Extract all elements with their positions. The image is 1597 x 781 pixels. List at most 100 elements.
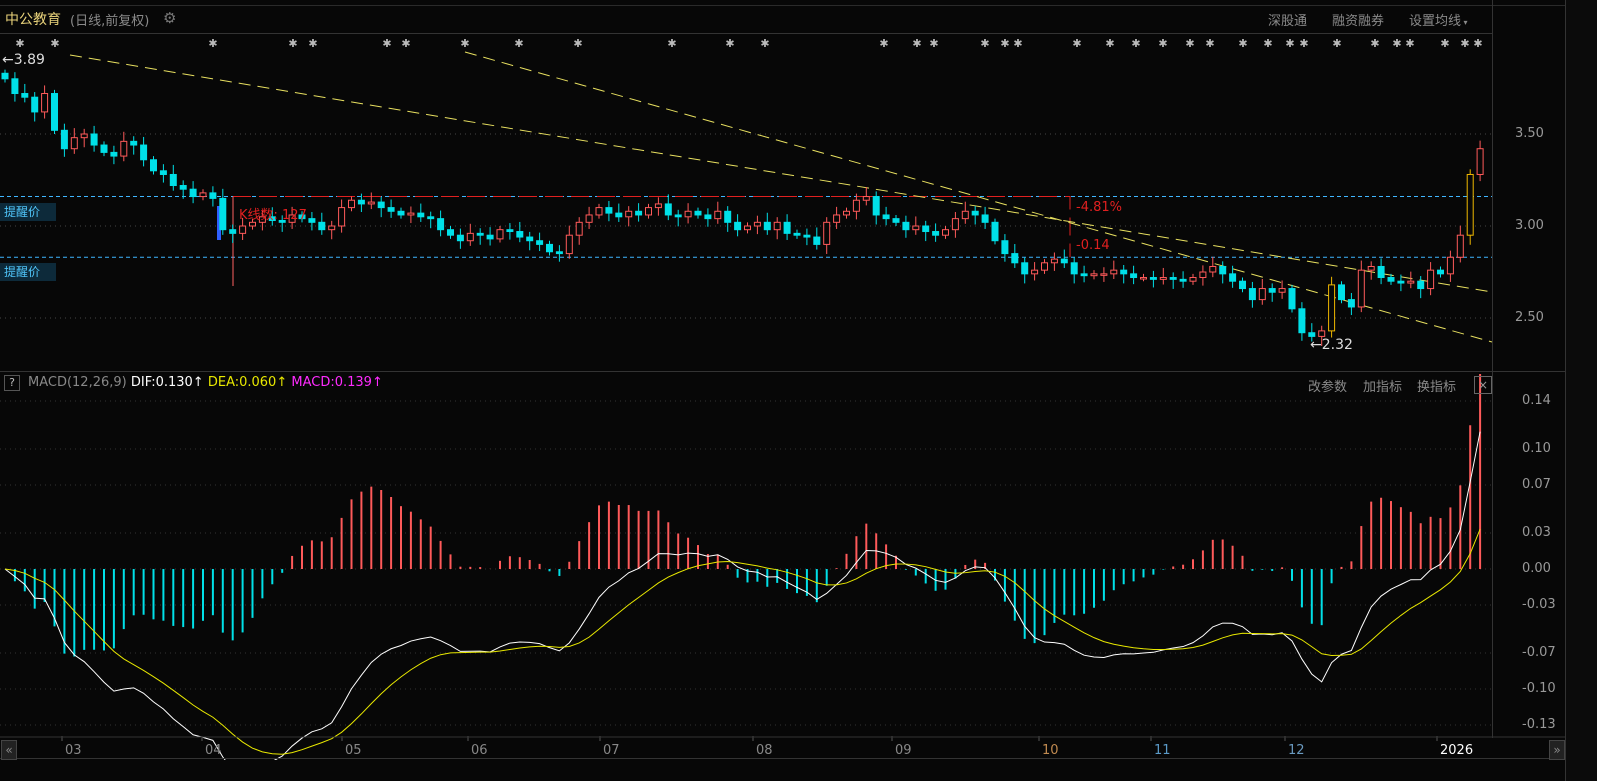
low-price-label: ←2.32 [1310, 337, 1353, 353]
candle-body [645, 207, 652, 216]
candle-body [308, 218, 316, 223]
candle-body [1446, 256, 1454, 275]
up-arrow-icon: ↑ [371, 375, 383, 390]
scroll-left-button[interactable]: « [1, 740, 17, 760]
candle-body [1159, 277, 1167, 280]
candle-body [100, 144, 108, 153]
high-price-label: ←3.89 [2, 52, 45, 68]
info-marker-icon: ✱ [879, 37, 888, 50]
candle-body [1466, 173, 1474, 236]
candle-body [377, 201, 385, 209]
candle-body [239, 225, 247, 234]
candle-body [1209, 265, 1217, 273]
candle-body [60, 129, 68, 150]
candle-body [516, 231, 524, 238]
candle-body [724, 210, 732, 223]
candle-body [1318, 330, 1326, 337]
info-marker-icon: ✱ [1440, 37, 1449, 50]
kline-count-label: K线数: 127 [239, 208, 307, 223]
candle-body [1120, 269, 1128, 275]
macd-tick: -0.07 [1522, 645, 1556, 660]
switch-indicator-button[interactable]: 换指标 [1417, 376, 1456, 395]
candle-body [942, 229, 949, 236]
candle-body [1110, 269, 1118, 275]
candle-body [466, 232, 474, 242]
candle-body [387, 207, 395, 212]
info-marker-icon: ✱ [1392, 37, 1401, 50]
dif-line [4, 431, 1481, 760]
candle-body [318, 221, 326, 231]
info-marker-icon: ✱ [514, 37, 523, 50]
candle-body [348, 199, 355, 209]
info-marker-icon: ✱ [929, 37, 938, 50]
month-label: 2026 [1440, 743, 1474, 758]
month-label: 06 [471, 743, 488, 758]
info-marker-icon: ✱ [1405, 37, 1414, 50]
candle-body [1417, 280, 1425, 290]
candle-body [1397, 280, 1405, 284]
right-scroll-panel[interactable] [1565, 0, 1597, 781]
candle-body [1050, 258, 1058, 264]
candle-body [1268, 288, 1276, 293]
macd-tick: 0.03 [1522, 525, 1551, 540]
candle-body [1328, 284, 1336, 332]
macd-header: ? MACD(12,26,9) DIF:0.130↑ DEA:0.060↑ MAC… [0, 375, 383, 391]
month-label: 03 [65, 743, 82, 758]
candle-body [1229, 273, 1237, 282]
month-label: 09 [895, 743, 912, 758]
candle-body [862, 196, 870, 201]
candle-body [1308, 332, 1316, 337]
candle-body [110, 151, 118, 157]
info-marker-icon: ✱ [1013, 37, 1022, 50]
close-indicator-button[interactable]: × [1474, 376, 1492, 394]
info-marker-icon: ✱ [288, 37, 297, 50]
candle-body [813, 236, 821, 245]
candle-body [565, 234, 573, 255]
candle-body [1347, 299, 1355, 308]
reminder-price-tag[interactable]: 提醒价 [0, 263, 56, 281]
candle-body [555, 251, 563, 255]
candle-body [328, 225, 336, 231]
candle-body [1377, 265, 1385, 279]
add-indicator-button[interactable]: 加指标 [1363, 376, 1402, 395]
info-marker-icon: ✱ [1158, 37, 1167, 50]
up-arrow-icon: ↑ [192, 375, 204, 390]
candle-body [1239, 280, 1246, 290]
info-marker-icon: ✱ [1185, 37, 1194, 50]
candle-body [585, 214, 593, 223]
candle-body [120, 140, 128, 157]
info-marker-icon: ✱ [401, 37, 410, 50]
candle-body [902, 221, 910, 231]
candle-body [90, 133, 98, 146]
candle-body [159, 170, 167, 175]
candle-body [1456, 234, 1464, 258]
candle-body [80, 133, 88, 139]
candle-body [526, 236, 534, 242]
help-button[interactable]: ? [4, 375, 20, 391]
candle-body [971, 210, 979, 216]
low-price-value: 2.32 [1321, 337, 1353, 353]
measure-box [233, 196, 1071, 258]
candle-body [417, 212, 425, 218]
candle-body [1387, 277, 1395, 282]
candle-body [496, 229, 504, 240]
scroll-right-button[interactable]: » [1549, 740, 1565, 760]
candle-body [1041, 262, 1048, 271]
candle-body [922, 225, 930, 233]
candle-body [51, 93, 58, 131]
month-label: 10 [1042, 743, 1059, 758]
candle-body [625, 210, 633, 218]
candle-body [763, 221, 771, 231]
edit-params-button[interactable]: 改参数 [1308, 376, 1347, 395]
price-tick: 3.50 [1515, 126, 1544, 141]
candle-body [130, 140, 138, 146]
candle-body [932, 231, 940, 236]
candle-body [1090, 273, 1098, 277]
info-marker-icon: ✱ [308, 37, 317, 50]
candle-body [951, 218, 959, 231]
candle-body [199, 192, 207, 198]
candle-body [783, 221, 791, 234]
reminder-price-tag[interactable]: 提醒价 [0, 203, 56, 221]
candle-body [991, 221, 999, 242]
candle-body [961, 210, 969, 220]
